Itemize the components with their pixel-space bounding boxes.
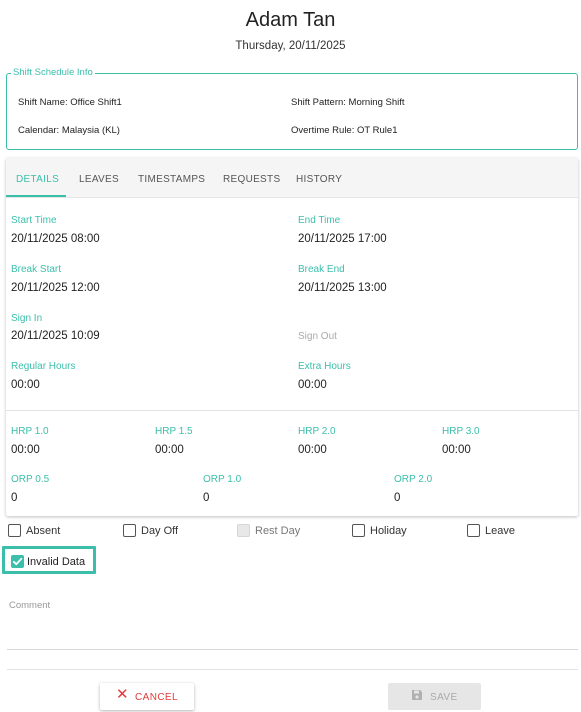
rest-day-checkbox-label: Rest Day: [255, 525, 301, 537]
orp-1-0-value: 0: [203, 492, 210, 504]
break-end-label: Break End: [298, 264, 345, 275]
leave-checkbox-label: Leave: [485, 525, 515, 537]
day-off-checkbox-label: Day Off: [141, 525, 179, 537]
hrp-2-0-value: 00:00: [298, 444, 327, 456]
start-time-value: 20/11/2025 08:00: [11, 233, 100, 245]
employee-name: Adam Tan: [245, 9, 336, 31]
break-start-value: 20/11/2025 12:00: [11, 282, 100, 294]
invalid-data-label: Invalid Data: [27, 556, 86, 568]
calendar: Calendar: Malaysia (KL): [18, 125, 120, 136]
hrp-1-0-label: HRP 1.0: [11, 426, 49, 437]
hrp-3-0-label: HRP 3.0: [442, 426, 480, 437]
shift-schedule-info-legend: Shift Schedule Info: [11, 67, 95, 78]
comment-label: Comment: [9, 600, 51, 611]
hrp-1-5-value: 00:00: [155, 444, 184, 456]
day-off-checkbox-box[interactable]: [123, 524, 136, 537]
orp-0-5-value: 0: [11, 492, 18, 504]
regular-hours-label: Regular Hours: [11, 361, 76, 372]
sign-in-label: Sign In: [11, 313, 43, 324]
rest-day-checkbox-box: [237, 524, 250, 537]
shift-schedule-info: Shift Schedule Info Shift Name: Office S…: [6, 67, 578, 150]
holiday-checkbox-box[interactable]: [352, 524, 365, 537]
shift-pattern: Shift Pattern: Morning Shift: [291, 97, 405, 108]
tab-history[interactable]: HISTORY: [296, 174, 342, 185]
sign-in-value: 20/11/2025 10:09: [11, 330, 100, 342]
section-divider: [6, 410, 578, 411]
overtime-rule: Overtime Rule: OT Rule1: [291, 125, 398, 136]
footer-divider: [7, 669, 578, 670]
orp-0-5-label: ORP 0.5: [11, 474, 50, 485]
close-icon: ✕: [116, 686, 129, 703]
holiday-checkbox-label: Holiday: [370, 525, 407, 537]
end-time-label: End Time: [298, 215, 341, 226]
tab-requests[interactable]: REQUESTS: [223, 174, 280, 185]
hrp-1-0-value: 00:00: [11, 444, 40, 456]
shift-name: Shift Name: Office Shift1: [18, 97, 122, 108]
extra-hours-value: 00:00: [298, 379, 327, 391]
cancel-button-label: CANCEL: [135, 692, 178, 703]
comment-input[interactable]: [7, 614, 578, 650]
hrp-1-5-label: HRP 1.5: [155, 426, 193, 437]
save-icon: [412, 690, 422, 700]
sign-out-label: Sign Out: [298, 331, 337, 342]
tab-bar: DETAILS LEAVES TIMESTAMPS REQUESTS HISTO…: [6, 158, 578, 198]
regular-hours-value: 00:00: [11, 379, 40, 391]
start-time-label: Start Time: [11, 215, 57, 226]
record-date: Thursday, 20/11/2025: [235, 40, 346, 52]
orp-2-0-label: ORP 2.0: [394, 474, 433, 485]
break-start-label: Break Start: [11, 264, 62, 275]
orp-1-0-label: ORP 1.0: [203, 474, 242, 485]
save-button-label: SAVE: [430, 692, 458, 703]
save-button[interactable]: SAVE: [388, 683, 481, 710]
details-card: DETAILS LEAVES TIMESTAMPS REQUESTS HISTO…: [6, 158, 578, 516]
end-time-value: 20/11/2025 17:00: [298, 233, 387, 245]
tab-details[interactable]: DETAILS: [16, 174, 59, 185]
orp-2-0-value: 0: [394, 492, 401, 504]
hrp-2-0-label: HRP 2.0: [298, 426, 336, 437]
active-tab-indicator: [6, 195, 66, 197]
absent-checkbox-label: Absent: [26, 525, 61, 537]
tab-timestamps[interactable]: TIMESTAMPS: [138, 174, 205, 185]
check-icon: [12, 557, 23, 566]
tab-leaves[interactable]: LEAVES: [79, 174, 119, 185]
break-end-value: 20/11/2025 13:00: [298, 282, 387, 294]
leave-checkbox-box[interactable]: [467, 524, 480, 537]
invalid-data-checkbox-box[interactable]: [11, 555, 24, 568]
hrp-3-0-value: 00:00: [442, 444, 471, 456]
invalid-data-checkbox[interactable]: Invalid Data: [2, 546, 96, 574]
absent-checkbox-box[interactable]: [8, 524, 21, 537]
extra-hours-label: Extra Hours: [298, 361, 351, 372]
cancel-button[interactable]: ✕ CANCEL: [100, 683, 194, 710]
